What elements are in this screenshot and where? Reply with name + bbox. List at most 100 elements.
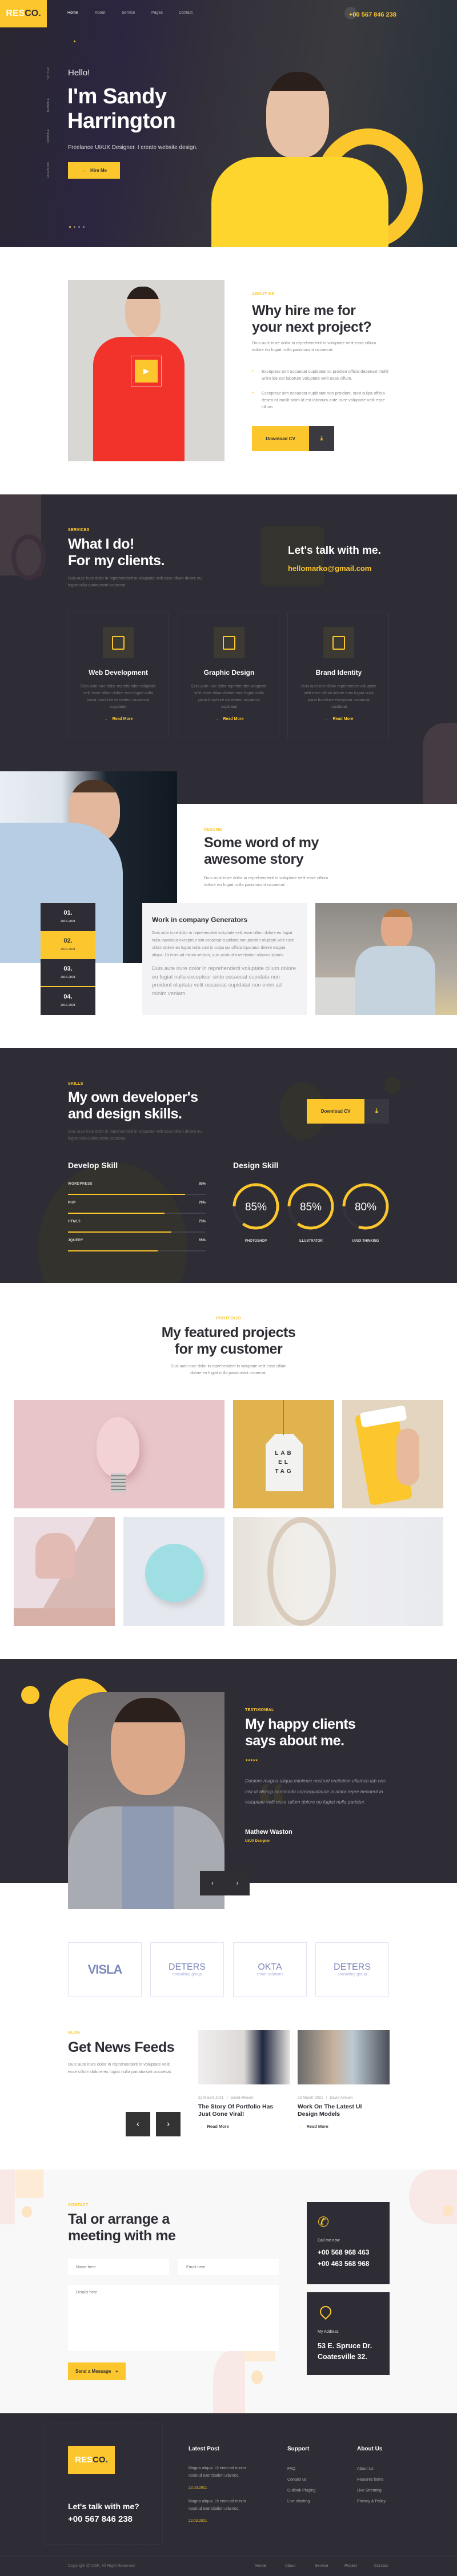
service-card: Brand Identity Duis aute rure dolor repre… [287, 613, 389, 738]
footer-bottom-link[interactable]: Home [255, 2564, 285, 2568]
talk-heading: Let's talk with me. [288, 545, 381, 557]
footer-link[interactable]: Outlook Pluging [287, 2489, 315, 2493]
footer-bottom-link[interactable]: Service [315, 2564, 344, 2568]
name-input[interactable] [68, 2259, 169, 2275]
about-label: ABOUT ME [252, 292, 275, 296]
read-more-link[interactable]: → Read More [178, 717, 280, 721]
hire-me-button[interactable]: → Hire Me [68, 162, 120, 179]
footer-link[interactable]: Contact us [287, 2478, 315, 2482]
portfolio-item-architecture[interactable] [233, 1517, 443, 1626]
skill-name: HTML5 [68, 1220, 81, 1223]
blog-next-button[interactable]: › [156, 2112, 181, 2136]
read-more-link[interactable]: → Read More [67, 717, 169, 721]
testimonial-prev-button[interactable]: ‹ [200, 1871, 225, 1895]
play-video-button[interactable]: ▶ [131, 356, 162, 387]
nav-about[interactable]: About [95, 11, 122, 15]
skill-bar-row: JQUERY 65% [68, 1239, 206, 1258]
footer-link[interactable]: Features items [357, 2478, 386, 2482]
timeline-item[interactable]: 02. 2016-2021 [41, 931, 95, 959]
footer-link[interactable]: FAQ [287, 2467, 315, 2471]
skill-progress-fill [68, 1231, 171, 1233]
footer-link[interactable]: Live Streming [357, 2489, 386, 2493]
blog-prev-button[interactable]: ‹ [126, 2112, 150, 2136]
send-message-button[interactable]: Send a Message + [68, 2362, 126, 2380]
about-photo: ▶ [68, 280, 225, 461]
download-icon-button[interactable]: ⤓ [309, 426, 334, 451]
timeline-item[interactable]: 03. 2016-2021 [41, 959, 95, 987]
portfolio-title: My featured projects for my customer [161, 1325, 296, 1357]
nav-pages[interactable]: Pages [151, 11, 179, 15]
contact-email-link[interactable]: hellomarko@gmail.com [288, 564, 371, 573]
footer-bottom-link[interactable]: Project [344, 2564, 374, 2568]
phone-number-1[interactable]: +00 568 968 463 [318, 2248, 379, 2256]
copyright: Copyright @ DSK. All Right Reserved [68, 2564, 135, 2568]
read-more-link[interactable]: → Read More [298, 2124, 390, 2129]
address-text: 53 E. Spruce Dr. Coatesville 32. [318, 2342, 372, 2361]
portfolio-item-bulb[interactable] [14, 1400, 225, 1508]
blog-post-meta: 22 March' 2021/David Alheam [298, 2096, 353, 2100]
skill-progress-bar [68, 1231, 206, 1233]
services-label: SERVICES [68, 528, 90, 532]
footer-phone[interactable]: +00 567 846 238 [68, 2514, 133, 2524]
timeline-item[interactable]: 01. 2016-2021 [41, 903, 95, 931]
client-logo[interactable]: OKTA smart solutions [233, 1942, 307, 1997]
download-cv-button[interactable]: Download CV [252, 426, 309, 451]
footer-logo[interactable]: RES CO. [68, 2446, 115, 2474]
footer-post[interactable]: Magna aliqua. Ut enim ad minim nostrud e… [189, 2498, 257, 2523]
nav-active-dot [74, 41, 75, 42]
testimonial-next-button[interactable]: › [225, 1871, 250, 1895]
resume-title: Some word of my awesome story [204, 835, 319, 867]
portfolio-item-label-tag[interactable]: LAB EL TAG [233, 1400, 334, 1508]
phone-icon: ✆ [318, 2215, 330, 2230]
skills-download-cv-button[interactable]: Download CV [307, 1099, 364, 1124]
service-card: Graphic Design Duis aute rure dolor repre… [178, 613, 279, 738]
social-facebook[interactable]: FACEBOOK [47, 162, 50, 178]
client-logo[interactable]: DETERS consulting group [150, 1942, 224, 1997]
footer-talk: Let's talk with me? [68, 2502, 139, 2511]
client-logo[interactable]: VISLA [68, 1942, 142, 1997]
logo[interactable]: RES CO. [0, 0, 47, 27]
social-behance[interactable]: BEHANCE [47, 98, 50, 112]
portfolio-item-chair[interactable] [14, 1517, 115, 1626]
footer-link[interactable]: Live chatting [287, 2499, 315, 2503]
footer: RES CO. Let's talk with me? +00 567 846 2… [0, 2413, 457, 2576]
skills-label: SKILLS [68, 1082, 83, 1086]
email-input[interactable] [178, 2259, 279, 2275]
service-title: Brand Identity [315, 669, 362, 677]
footer-link[interactable]: About Us [357, 2467, 386, 2471]
service-desc: Duis aute rure dolor reprehender volupta… [191, 685, 267, 709]
chevron-right-icon: › [166, 2119, 170, 2129]
footer-bottom-link[interactable]: Contact [374, 2564, 404, 2568]
chevron-right-icon: › [236, 1879, 239, 1887]
develop-skill-bars: WORDPRESS 85% PHP 70% HTML5 75% JQUERY 65% [68, 1182, 206, 1258]
portfolio-item-cup[interactable] [342, 1400, 443, 1508]
blog-post-card[interactable]: 22 March' 2021/David Alheam Work On The L… [298, 2030, 390, 2129]
decor-shape [244, 2351, 275, 2361]
footer-link[interactable]: Privacy & Policy [357, 2499, 386, 2503]
phone-number-2[interactable]: +00 463 568 968 [318, 2260, 379, 2268]
blog-post-title[interactable]: The Story Of Portfolio Has Just Gone Vir… [198, 2103, 284, 2118]
skill-percent: 70% [198, 1201, 206, 1205]
portfolio-item-clock[interactable] [123, 1517, 225, 1626]
nav-contact[interactable]: Contact [179, 11, 193, 15]
slider-dots[interactable] [69, 226, 85, 228]
header-phone[interactable]: +00 567 846 238 [344, 7, 396, 19]
client-logo[interactable]: DETERS consulting group [315, 1942, 389, 1997]
about-us-title: About Us [357, 2446, 383, 2452]
read-more-link[interactable]: → Read More [198, 2124, 290, 2129]
skills-download-icon-button[interactable]: ⤓ [364, 1099, 389, 1124]
blog-post-card[interactable]: 22 March' 2021/David Alheam The Story Of … [198, 2030, 290, 2129]
nav-service[interactable]: Service [122, 11, 151, 15]
social-twitter[interactable]: TWITTER [47, 67, 50, 80]
read-more-link[interactable]: → Read More [288, 717, 390, 721]
brand-identity-icon [323, 627, 354, 658]
nav-home[interactable]: Home [67, 11, 95, 15]
timeline-item[interactable]: 04. 2016-2021 [41, 987, 95, 1015]
blog-post-title[interactable]: Work On The Latest UI Design Models [298, 2103, 383, 2118]
resume-side-photo [315, 903, 457, 1015]
footer-post[interactable]: Magna aliqua. Ut enim ad minim nostrud e… [189, 2465, 257, 2490]
details-textarea[interactable] [68, 2285, 279, 2351]
social-dribbble[interactable]: DRIBBBLE [47, 129, 50, 143]
footer-bottom-link[interactable]: About [285, 2564, 315, 2568]
call-label: Call me now [318, 2239, 340, 2243]
